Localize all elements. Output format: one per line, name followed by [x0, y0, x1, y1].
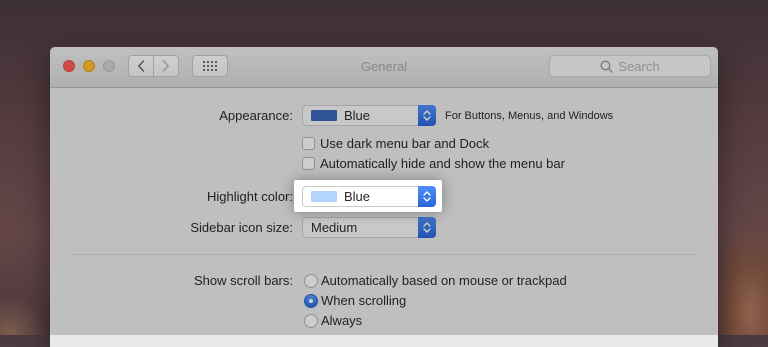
autohide-menu-bar-label: Automatically hide and show the menu bar: [320, 156, 565, 171]
search-field[interactable]: Search: [549, 55, 711, 77]
updown-chevron-icon: [418, 105, 436, 126]
scroll-bars-automatic-label: Automatically based on mouse or trackpad: [321, 273, 567, 288]
scroll-bars-automatic-radio[interactable]: [304, 274, 318, 288]
appearance-note: For Buttons, Menus, and Windows: [445, 110, 614, 122]
dark-menu-bar-label: Use dark menu bar and Dock: [320, 136, 490, 151]
general-pane: Appearance: Blue For Buttons, Menus, and…: [50, 88, 718, 347]
autohide-menu-bar-checkbox[interactable]: [302, 157, 315, 170]
highlight-color-popup[interactable]: Blue: [302, 186, 436, 207]
appearance-swatch: [311, 110, 337, 121]
highlight-color-value: Blue: [344, 189, 371, 204]
sidebar-icon-size-popup[interactable]: Medium: [302, 217, 436, 238]
highlight-color-swatch: [311, 191, 337, 202]
sidebar-icon-size-label: Sidebar icon size:: [190, 220, 293, 235]
search-icon: [600, 59, 614, 73]
scroll-bars-when-scrolling-radio[interactable]: [304, 294, 318, 308]
highlight-color-label: Highlight color:: [207, 189, 293, 204]
appearance-value: Blue: [344, 108, 371, 123]
titlebar: General Search: [50, 47, 718, 88]
appearance-label: Appearance:: [219, 108, 293, 123]
scroll-bars-when-scrolling-label: When scrolling: [321, 293, 407, 308]
dark-menu-bar-checkbox[interactable]: [302, 137, 315, 150]
desktop-wallpaper-rock-left: [0, 295, 50, 335]
separator: [70, 254, 698, 255]
appearance-popup[interactable]: Blue: [302, 105, 436, 126]
updown-chevron-icon: [418, 217, 436, 238]
updown-chevron-icon: [418, 186, 436, 207]
search-placeholder: Search: [618, 58, 660, 74]
show-scroll-bars-label: Show scroll bars:: [194, 273, 293, 288]
scroll-bars-always-label: Always: [321, 313, 363, 328]
sidebar-icon-size-value: Medium: [311, 220, 358, 235]
scroll-bars-always-radio[interactable]: [304, 314, 318, 328]
